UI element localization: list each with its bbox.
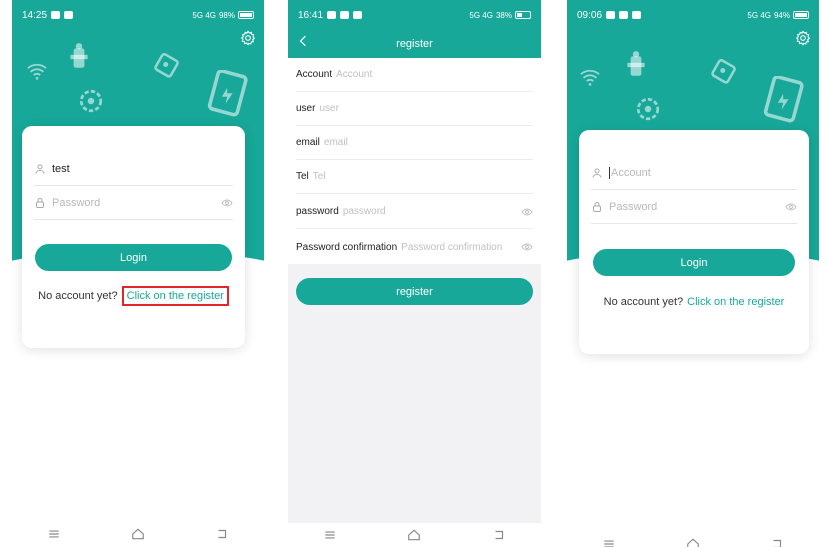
- register-link[interactable]: Click on the register: [687, 296, 784, 308]
- status-bar: 09:06 5G 4G 94%: [567, 0, 819, 30]
- status-bar: 16:41 5G 4G 38%: [288, 0, 541, 30]
- status-bar: 14:25 5G 4G 98%: [12, 0, 264, 30]
- notification-icon: [619, 11, 629, 19]
- status-time: 16:41: [298, 9, 324, 21]
- notification-icon: [606, 11, 616, 19]
- tel-field[interactable]: Tel Tel: [296, 160, 533, 194]
- login-button[interactable]: Login: [593, 249, 795, 276]
- signal-text: 5G 4G: [192, 10, 216, 20]
- text-cursor: [609, 166, 610, 179]
- notification-icon: [327, 11, 337, 19]
- login-screen-1: 14:25 5G 4G 98% test Password Login No ac…: [12, 0, 264, 547]
- battery-icon: [238, 11, 254, 19]
- status-time: 09:06: [577, 9, 603, 21]
- home-icon[interactable]: [686, 537, 700, 547]
- tag-icon: [154, 53, 179, 78]
- tag-icon: [711, 59, 736, 84]
- menu-icon[interactable]: [323, 528, 337, 542]
- home-icon[interactable]: [131, 527, 145, 541]
- system-nav-bar: [567, 532, 819, 547]
- home-icon[interactable]: [407, 528, 421, 542]
- wifi-icon: [27, 63, 47, 80]
- battery-text: 38%: [495, 10, 512, 20]
- battery-icon: [793, 11, 809, 19]
- field-placeholder: Account: [336, 69, 373, 80]
- register-prompt: No account yet? Click on the register: [579, 296, 809, 308]
- username-value: test: [52, 162, 70, 175]
- system-nav-bar: [12, 522, 264, 546]
- lock-icon: [593, 201, 601, 212]
- login-screen-2: 09:06 5G 4G 94% Account Password Login No…: [567, 0, 819, 547]
- field-label: user: [296, 103, 316, 114]
- field-label: password: [296, 206, 339, 217]
- return-icon[interactable]: [215, 527, 229, 541]
- device-icon: [207, 70, 248, 117]
- notification-icon: [353, 11, 363, 19]
- field-label: email: [296, 137, 320, 148]
- password-placeholder: Password: [52, 196, 101, 209]
- username-field[interactable]: test: [34, 152, 233, 186]
- password-confirmation-field[interactable]: Password confirmation Password confirmat…: [296, 230, 533, 264]
- login-card: Account Password Login No account yet? C…: [579, 130, 809, 354]
- page-title: register: [396, 38, 433, 50]
- battery-icon: [515, 11, 531, 19]
- gear-icon[interactable]: [795, 30, 811, 46]
- return-icon[interactable]: [492, 528, 506, 542]
- signal-text: 5G 4G: [469, 10, 493, 20]
- eye-icon[interactable]: [221, 197, 233, 209]
- no-account-text: No account yet?: [603, 296, 684, 308]
- login-card: test Password Login No account yet? Clic…: [22, 126, 245, 348]
- gauge-icon: [636, 97, 660, 121]
- device-icon: [763, 76, 804, 123]
- password-field[interactable]: password password: [296, 195, 533, 229]
- no-account-text: No account yet?: [38, 290, 118, 302]
- register-link[interactable]: Click on the register: [121, 286, 229, 306]
- notification-icon: [632, 11, 642, 19]
- eye-icon[interactable]: [521, 241, 533, 253]
- register-form: Account Account user user email email Te…: [288, 58, 541, 264]
- account-placeholder: Account: [611, 166, 651, 179]
- user-icon: [592, 168, 602, 178]
- notification-icon: [340, 11, 350, 19]
- menu-icon[interactable]: [602, 537, 616, 547]
- gauge-icon: [79, 89, 103, 113]
- return-icon[interactable]: [770, 537, 784, 547]
- field-placeholder: user: [319, 103, 339, 114]
- user-field[interactable]: user user: [296, 92, 533, 126]
- field-placeholder: email: [323, 137, 348, 148]
- eye-icon[interactable]: [785, 201, 797, 213]
- account-field[interactable]: Account Account: [296, 58, 533, 92]
- wifi-icon: [580, 69, 600, 86]
- email-field[interactable]: email email: [296, 126, 533, 160]
- eye-icon[interactable]: [521, 206, 533, 218]
- password-field[interactable]: Password: [34, 186, 233, 220]
- field-label: Password confirmation: [296, 241, 398, 253]
- menu-icon[interactable]: [47, 527, 61, 541]
- hydrant-icon: [627, 51, 645, 76]
- battery-text: 98%: [218, 10, 235, 20]
- status-time: 14:25: [22, 9, 48, 21]
- register-prompt: No account yet? Click on the register: [22, 286, 245, 306]
- password-field[interactable]: Password: [591, 190, 797, 224]
- field-label: Account: [296, 69, 333, 80]
- password-placeholder: Password: [609, 200, 658, 213]
- hydrant-icon: [70, 43, 88, 68]
- lock-icon: [36, 197, 44, 208]
- notification-icon: [64, 11, 74, 19]
- user-icon: [35, 164, 45, 174]
- field-placeholder: password: [342, 206, 386, 217]
- notification-icon: [51, 11, 61, 19]
- field-placeholder: Tel: [312, 171, 326, 182]
- login-button[interactable]: Login: [35, 244, 232, 271]
- field-placeholder: Password confirmation: [401, 241, 503, 253]
- gear-icon[interactable]: [240, 30, 256, 46]
- register-submit-button[interactable]: register: [296, 278, 533, 305]
- battery-text: 94%: [773, 10, 790, 20]
- signal-text: 5G 4G: [747, 10, 771, 20]
- field-label: Tel: [296, 171, 309, 182]
- register-screen: register 16:41 5G 4G 38% Account Account …: [288, 0, 541, 547]
- account-field[interactable]: Account: [591, 156, 797, 190]
- system-nav-bar: [288, 523, 541, 547]
